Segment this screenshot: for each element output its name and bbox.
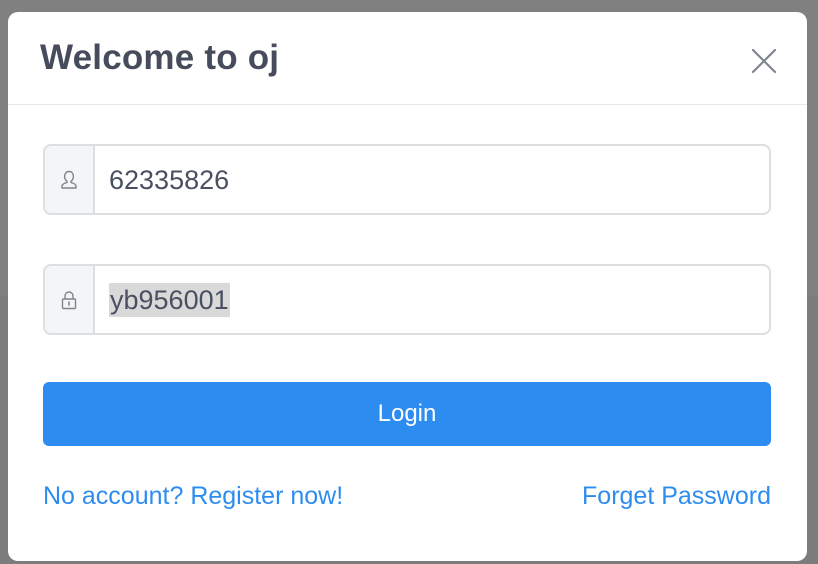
lock-icon xyxy=(61,290,77,309)
password-field[interactable]: yb956001 xyxy=(43,264,771,335)
register-link[interactable]: No account? Register now! xyxy=(43,480,343,512)
user-icon xyxy=(61,170,77,189)
dialog-header: Welcome to oj xyxy=(8,12,807,105)
password-value: yb956001 xyxy=(109,282,230,317)
login-button[interactable]: Login xyxy=(43,382,771,446)
close-button[interactable] xyxy=(749,46,779,76)
username-addon xyxy=(45,146,95,213)
username-value: 62335826 xyxy=(109,164,230,195)
username-field[interactable]: 62335826 xyxy=(43,144,771,215)
password-input[interactable]: yb956001 xyxy=(95,266,769,333)
password-addon xyxy=(45,266,95,333)
dialog-title: Welcome to oj xyxy=(40,38,280,77)
username-input[interactable]: 62335826 xyxy=(95,146,769,213)
login-dialog: Welcome to oj 62335826 yb956001 Login No… xyxy=(8,12,807,561)
close-icon xyxy=(751,48,777,74)
forget-password-link[interactable]: Forget Password xyxy=(582,480,771,512)
